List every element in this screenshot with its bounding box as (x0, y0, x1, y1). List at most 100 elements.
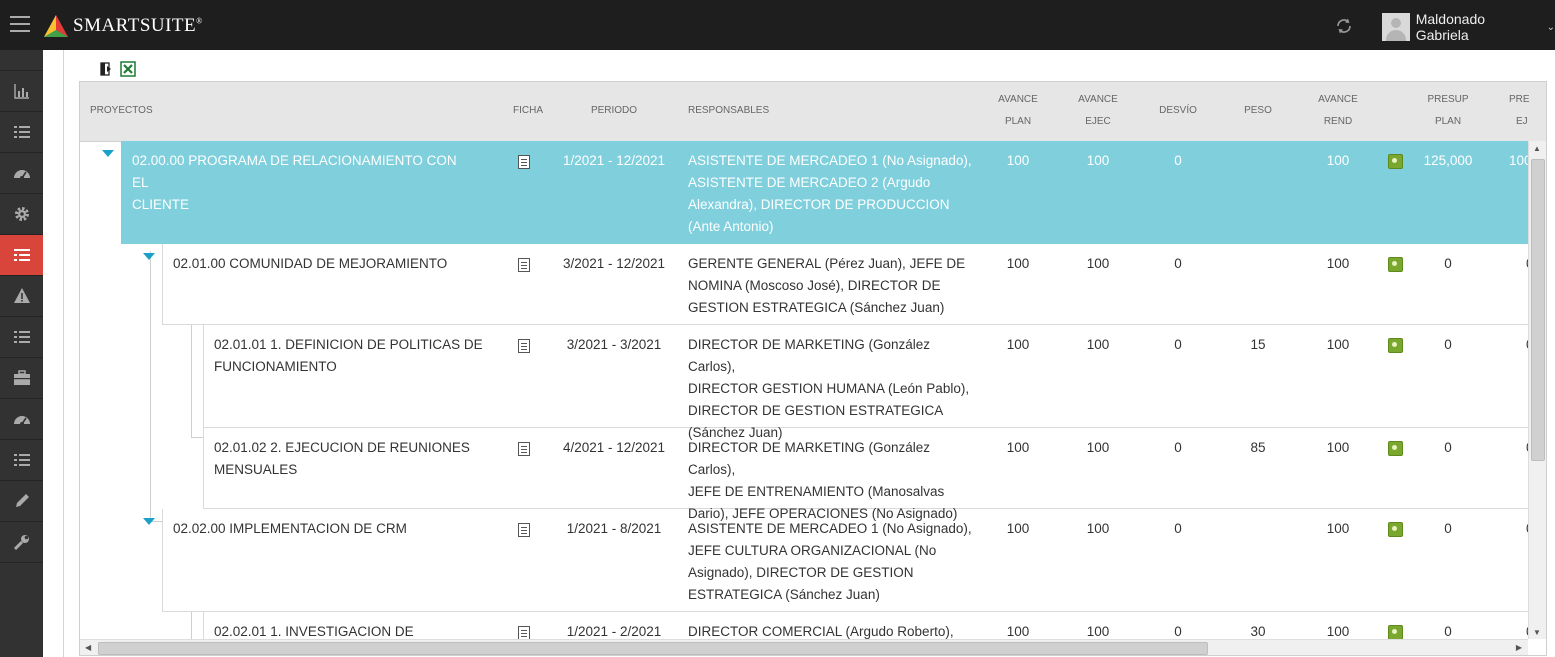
responsables: DIRECTOR COMERCIAL (Argudo Roberto), (688, 624, 954, 639)
periodo: 3/2021 - 12/2021 (562, 256, 666, 271)
content-border (63, 50, 64, 657)
avance-ejec: 100 (1086, 256, 1110, 271)
sidebar-item-list-3[interactable] (0, 440, 43, 481)
header-proyectos[interactable]: PROYECTOS (90, 100, 153, 122)
project-name: 02.01.00 COMUNIDAD DE MEJORAMIENTO (173, 256, 448, 271)
menu-icon[interactable] (10, 16, 30, 32)
ficha-doc-icon[interactable] (518, 253, 538, 279)
peso: 30 (1250, 624, 1266, 639)
sidebar-item-portfolio[interactable] (0, 358, 43, 399)
desvio: 0 (1174, 521, 1182, 536)
project-name: 02.00.00 PROGRAMA DE RELACIONAMIENTO CON… (132, 153, 457, 212)
sidebar-item-list[interactable] (0, 112, 43, 153)
scroll-left-icon[interactable]: ◀ (85, 643, 91, 652)
sidebar-item-settings[interactable] (0, 194, 43, 235)
sidebar-item-list-2[interactable] (0, 317, 43, 358)
list-icon (13, 454, 30, 466)
user-menu[interactable]: Maldonado Gabriela ⌄ (1382, 11, 1555, 43)
avance-ejec: 100 (1086, 440, 1110, 455)
avance-rend: 100 (1326, 521, 1350, 536)
status-ok-icon (1388, 334, 1403, 360)
avance-plan: 100 (1006, 256, 1030, 271)
excel-export-button[interactable] (118, 60, 138, 78)
collapse-toggle-icon[interactable] (143, 253, 155, 260)
avance-ejec: 100 (1086, 624, 1110, 639)
sidebar-item-tools[interactable] (0, 522, 43, 563)
ficha-doc-icon[interactable] (518, 621, 538, 639)
grid-toolbar (80, 60, 146, 80)
header-avance-ejec[interactable]: AVANCE EJEC (1068, 89, 1128, 133)
table-row[interactable]: 02.02.01 1. INVESTIGACION DE 1/2021 - 2/… (80, 612, 1528, 639)
vertical-scroll-thumb[interactable] (1531, 159, 1545, 461)
avance-rend: 100 (1326, 624, 1350, 639)
table-row[interactable]: 02.01.02 2. EJECUCION DE REUNIONES MENSUA… (80, 428, 1528, 521)
avance-plan: 100 (1006, 624, 1030, 639)
brand-name: SMARTSUITE® (73, 15, 203, 36)
projects-list-icon (13, 249, 30, 261)
sidebar-item-dashboard-2[interactable] (0, 399, 43, 440)
bar-chart-icon (13, 84, 29, 99)
ficha-doc-icon[interactable] (518, 334, 538, 360)
header-periodo[interactable]: PERIODO (574, 100, 654, 122)
header-avance-plan[interactable]: AVANCE PLAN (988, 89, 1048, 133)
table-row[interactable]: 02.00.00 PROGRAMA DE RELACIONAMIENTO CON… (80, 141, 1528, 244)
avance-rend: 100 (1326, 337, 1350, 352)
exit-button[interactable] (96, 60, 116, 78)
pencil-icon (15, 494, 29, 507)
peso: 15 (1250, 337, 1266, 352)
sidebar-item-risks[interactable] (0, 276, 43, 317)
responsables: ASISTENTE DE MERCADEO 1 (No Asignado), JE… (688, 521, 972, 602)
sidebar-item-edit[interactable] (0, 481, 43, 522)
avance-ejec: 100 (1086, 153, 1110, 168)
grid-header: PROYECTOS FICHA PERIODO RESPONSABLES AVA… (80, 82, 1546, 142)
ficha-doc-icon[interactable] (518, 518, 538, 544)
periodo: 1/2021 - 12/2021 (562, 153, 666, 168)
sidebar-item-reports[interactable] (0, 50, 43, 71)
presup-plan: 0 (1444, 624, 1452, 639)
top-bar: SMARTSUITE® Maldonado Gabriela ⌄ (0, 0, 1555, 50)
collapse-toggle-icon[interactable] (102, 150, 114, 157)
periodo: 3/2021 - 3/2021 (566, 337, 662, 352)
scroll-right-icon[interactable]: ▶ (1516, 643, 1522, 652)
header-responsables[interactable]: RESPONSABLES (688, 100, 769, 122)
projects-grid: PROYECTOS FICHA PERIODO RESPONSABLES AVA… (79, 81, 1547, 656)
list-icon (13, 126, 30, 138)
sync-icon[interactable] (1335, 17, 1353, 35)
avance-plan: 100 (1006, 337, 1030, 352)
horizontal-scroll-thumb[interactable] (98, 642, 1208, 655)
warning-icon (13, 288, 30, 303)
header-presup-plan[interactable]: PRESUP PLAN (1418, 89, 1478, 133)
sidebar-item-charts[interactable] (0, 71, 43, 112)
scroll-down-icon[interactable]: ▼ (1533, 628, 1541, 637)
header-avance-rend[interactable]: AVANCE REND (1308, 89, 1368, 133)
scroll-up-icon[interactable]: ▲ (1533, 144, 1541, 153)
collapse-toggle-icon[interactable] (143, 518, 155, 525)
periodo: 1/2021 - 8/2021 (566, 521, 662, 536)
excel-export-icon (120, 61, 136, 77)
header-presup-ejec[interactable]: PRE EJ (1509, 89, 1539, 133)
ficha-doc-icon[interactable] (518, 437, 538, 463)
sidebar-item-dashboard[interactable] (0, 153, 43, 194)
presup-plan: 0 (1444, 256, 1452, 271)
presup-plan: 0 (1444, 337, 1452, 352)
table-row[interactable]: 02.01.00 COMUNIDAD DE MEJORAMIENTO 3/202… (80, 244, 1528, 325)
periodo: 1/2021 - 2/2021 (566, 624, 662, 639)
status-ok-icon (1388, 150, 1403, 176)
horizontal-scrollbar[interactable]: ◀ ▶ (80, 639, 1528, 655)
avance-ejec: 100 (1086, 521, 1110, 536)
peso: 85 (1250, 440, 1266, 455)
header-ficha[interactable]: FICHA (508, 100, 548, 122)
ficha-doc-icon[interactable] (518, 150, 538, 176)
header-peso[interactable]: PESO (1228, 100, 1288, 122)
avance-plan: 100 (1006, 440, 1030, 455)
avance-rend: 100 (1326, 256, 1350, 271)
header-desvio[interactable]: DESVÍO (1148, 100, 1208, 122)
status-ok-icon (1388, 621, 1403, 639)
vertical-scrollbar[interactable]: ▲ ▼ (1528, 141, 1546, 639)
briefcase-icon (13, 370, 30, 385)
desvio: 0 (1174, 624, 1182, 639)
wrench-icon (13, 535, 29, 551)
table-row[interactable]: 02.02.00 IMPLEMENTACION DE CRM 1/2021 - … (80, 509, 1528, 612)
table-row[interactable]: 02.01.01 1. DEFINICION DE POLITICAS DE FU… (80, 325, 1528, 440)
sidebar-item-projects[interactable] (0, 235, 43, 276)
